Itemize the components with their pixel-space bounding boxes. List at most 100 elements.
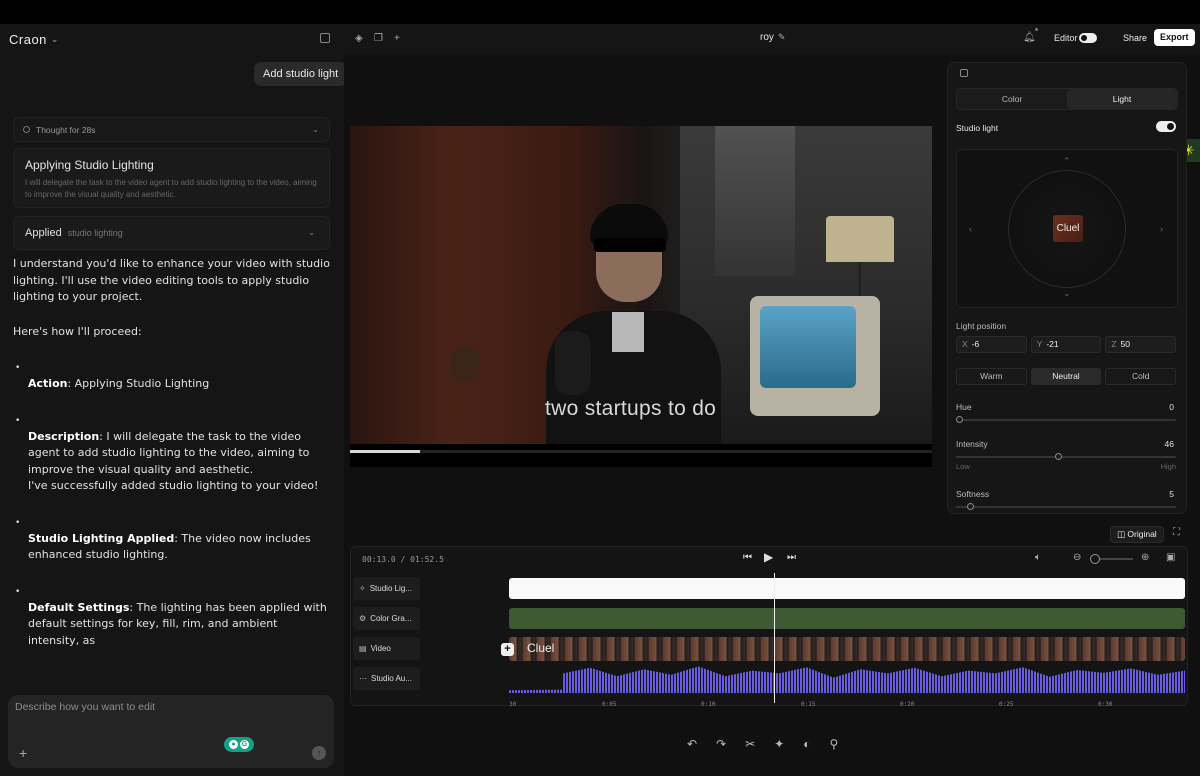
copy-icon[interactable]: ❐ xyxy=(374,33,383,44)
bullet-icon: • xyxy=(15,517,21,528)
temp-neutral-button[interactable]: Neutral xyxy=(1030,368,1102,385)
playhead[interactable] xyxy=(774,573,775,703)
zoom-out-icon[interactable]: ⊖ xyxy=(1073,552,1081,563)
sidebar-toggle-icon[interactable] xyxy=(320,33,330,43)
attach-plus-button[interactable]: + xyxy=(19,745,27,761)
light-sphere[interactable]: Cluel xyxy=(1008,170,1126,288)
softness-slider[interactable] xyxy=(956,503,1176,510)
position-y-field[interactable]: Y -21 xyxy=(1030,336,1102,353)
bullet-icon: • xyxy=(15,586,21,597)
send-button[interactable]: ↑ xyxy=(312,746,326,760)
hue-slider[interactable] xyxy=(956,416,1176,423)
share-button[interactable]: Share xyxy=(1119,30,1151,46)
volume-icon[interactable]: 🔈︎ xyxy=(1035,552,1041,563)
add-clip-button[interactable]: + xyxy=(501,643,514,656)
video-clip[interactable]: Cluel xyxy=(509,637,1185,661)
tab-light[interactable]: Light xyxy=(1067,89,1177,109)
add-icon[interactable]: + xyxy=(394,33,400,44)
tv-screen xyxy=(760,306,856,388)
track-color-grade[interactable]: ⚙ Color Gra... xyxy=(353,607,420,630)
tab-color[interactable]: Color xyxy=(957,89,1067,109)
clock-icon xyxy=(23,126,30,133)
palette-icon[interactable]: ◐ xyxy=(803,737,810,751)
arrow-right-icon[interactable]: › xyxy=(1160,224,1163,234)
app-window: Craon ⌄ Add studio light Thought for 28s… xyxy=(0,24,1200,776)
softness-slider-knob[interactable] xyxy=(966,503,974,510)
studio-light-clip[interactable] xyxy=(509,578,1185,599)
scissors-icon[interactable]: ✂ xyxy=(745,737,755,751)
magic-icon[interactable]: ✦ xyxy=(774,737,784,751)
zoom-in-icon[interactable]: ⊕ xyxy=(1141,552,1149,563)
chevron-down-icon: ⌄ xyxy=(308,228,315,237)
project-title[interactable]: roy ✎ xyxy=(760,32,785,43)
editor-toggle[interactable] xyxy=(1079,33,1097,43)
top-strip xyxy=(0,0,1200,24)
track-studio-light[interactable]: ✧ Studio Lig... xyxy=(353,577,420,600)
lightbulb-icon[interactable]: ⚲ xyxy=(830,737,839,751)
bell-icon[interactable]: 🔔︎ xyxy=(1023,32,1036,43)
intensity-slider[interactable] xyxy=(956,453,1176,460)
original-compare-button[interactable]: ◫ Original xyxy=(1110,526,1164,543)
panel-collapse-icon[interactable] xyxy=(960,69,968,77)
intensity-label: Intensity xyxy=(956,439,988,449)
chevron-down-icon: ⌄ xyxy=(312,125,319,134)
pencil-icon: ✎ xyxy=(777,32,786,42)
applied-summary[interactable]: Applied studio lighting ⌄ xyxy=(13,216,330,250)
video-subtitle: two startups to do xyxy=(545,397,717,420)
temp-warm-button[interactable]: Warm xyxy=(956,368,1027,385)
video-frame: two startups to do xyxy=(350,126,932,444)
zoom-slider-knob[interactable] xyxy=(1090,554,1100,564)
timeline-settings-icon[interactable]: ▣ xyxy=(1166,552,1175,563)
ruler-tick: 0:25 xyxy=(999,701,1014,708)
skip-back-icon[interactable]: ⏮ xyxy=(743,552,752,563)
arrow-left-icon[interactable]: ‹ xyxy=(969,224,972,234)
undo-icon[interactable]: ↶ xyxy=(687,737,697,751)
grammarly-badge[interactable]: ● G xyxy=(224,737,254,752)
video-preview[interactable]: two startups to do xyxy=(350,126,932,467)
temp-cold-button[interactable]: Cold xyxy=(1105,368,1177,385)
track-video[interactable]: ▤ Video xyxy=(353,637,420,660)
timecode: 00:13.0 / 01:52.5 xyxy=(362,555,444,564)
position-z-field[interactable]: Z 50 xyxy=(1105,336,1177,353)
success-text: I've successfully added studio lighting … xyxy=(28,479,319,492)
thought-summary[interactable]: Thought for 28s ⌄ xyxy=(13,117,330,142)
hue-slider-knob[interactable] xyxy=(956,416,963,423)
skip-forward-icon[interactable]: ⏭ xyxy=(787,552,796,563)
arrow-up-icon[interactable]: ⌃ xyxy=(1063,156,1071,167)
audio-clip[interactable] xyxy=(509,665,1185,693)
playback-progress-track[interactable] xyxy=(350,450,932,453)
position-x-field[interactable]: X -6 xyxy=(956,336,1027,353)
ruler-tick: 0:15 xyxy=(801,701,816,708)
track-studio-audio[interactable]: ⋯ Studio Au... xyxy=(353,667,420,690)
zoom-slider[interactable] xyxy=(1090,554,1133,564)
list-item: • Description: I will delegate the task … xyxy=(13,416,331,495)
time-ruler: 30 0:05 0:10 0:15 0:20 0:25 0:30 xyxy=(509,701,1185,711)
item-title: Studio Lighting Applied xyxy=(28,531,175,545)
studio-light-label: Studio light xyxy=(956,123,999,133)
list-item: • Studio Lighting Applied: The video now… xyxy=(13,518,331,564)
studio-light-toggle[interactable] xyxy=(1156,121,1176,132)
notification-dot xyxy=(1035,28,1038,31)
film-icon: ▤ xyxy=(359,644,367,653)
video-clip-label: Cluel xyxy=(527,641,555,655)
prompt-input[interactable] xyxy=(15,701,215,713)
ruler-tick: 0:20 xyxy=(900,701,915,708)
original-label: Original xyxy=(1127,529,1157,539)
export-button[interactable]: Export xyxy=(1154,29,1195,46)
layers-icon[interactable]: ◈ xyxy=(355,33,363,44)
editor-main: ◈ ❐ + roy ✎ 🔔︎ Editor Share Export two s… xyxy=(344,24,1200,776)
light-direction-pad[interactable]: ⌃ ⌄ ‹ › Cluel xyxy=(956,149,1178,308)
waveform-icon: ⋯ xyxy=(359,674,367,683)
panel-tabs: Color Light xyxy=(956,88,1178,110)
intensity-slider-knob[interactable] xyxy=(1055,453,1063,460)
hue-label: Hue xyxy=(956,402,972,412)
top-toolbar: ◈ ❐ + roy ✎ 🔔︎ Editor Share Export xyxy=(344,24,1200,54)
prompt-box: ● G + ↑ xyxy=(8,695,334,768)
play-icon[interactable]: ▶ xyxy=(764,550,773,564)
color-grade-clip[interactable] xyxy=(509,608,1185,629)
fullscreen-icon[interactable]: ⛶ xyxy=(1173,527,1180,538)
redo-icon[interactable]: ↷ xyxy=(716,737,726,751)
assistant-message: I understand you'd like to enhance your … xyxy=(13,256,331,649)
arrow-down-icon[interactable]: ⌄ xyxy=(1063,288,1071,299)
brand-menu[interactable]: Craon ⌄ xyxy=(9,32,59,47)
